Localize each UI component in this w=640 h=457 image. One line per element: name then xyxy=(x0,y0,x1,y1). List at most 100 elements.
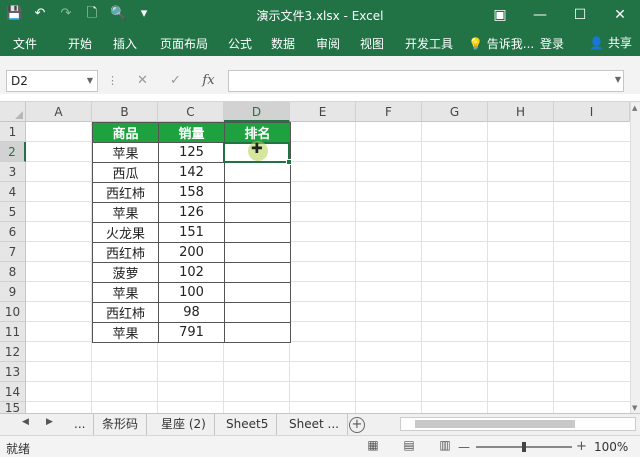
cell[interactable]: 125 xyxy=(158,142,225,163)
cell[interactable] xyxy=(224,182,291,203)
cell[interactable]: 791 xyxy=(158,322,225,343)
login-link[interactable]: 登录 xyxy=(540,35,564,52)
page-break-view-icon[interactable]: ▥ xyxy=(436,438,454,454)
scroll-down-icon[interactable]: ▼ xyxy=(632,404,637,412)
cell[interactable] xyxy=(224,282,291,303)
tab-insert[interactable]: 插入 xyxy=(113,35,137,52)
row-header-4[interactable]: 4 xyxy=(0,182,26,202)
column-header-i[interactable]: I xyxy=(554,102,630,122)
cell[interactable]: 200 xyxy=(158,242,225,263)
expand-formula-bar-icon[interactable]: ▼ xyxy=(615,75,621,84)
row-header-3[interactable]: 3 xyxy=(0,162,26,182)
row-header-12[interactable]: 12 xyxy=(0,342,26,362)
sheet-tab-sheet-more[interactable]: Sheet ... xyxy=(281,414,348,435)
cell[interactable]: 158 xyxy=(158,182,225,203)
row-header-9[interactable]: 9 xyxy=(0,282,26,302)
tab-developer[interactable]: 开发工具 xyxy=(405,35,453,52)
column-header-h[interactable]: H xyxy=(488,102,554,122)
page-layout-view-icon[interactable]: ▤ xyxy=(400,438,418,454)
row-header-5[interactable]: 5 xyxy=(0,202,26,222)
cell[interactable] xyxy=(224,242,291,263)
zoom-slider[interactable] xyxy=(476,442,572,452)
sheet-overflow[interactable]: ... xyxy=(66,414,95,435)
row-header-14[interactable]: 14 xyxy=(0,382,26,402)
cell[interactable]: 苹果 xyxy=(92,282,159,303)
cell[interactable]: 100 xyxy=(158,282,225,303)
fill-handle[interactable] xyxy=(286,159,292,165)
formula-bar-grip-icon[interactable]: ⋮ xyxy=(107,74,118,87)
tab-data[interactable]: 数据 xyxy=(271,35,295,52)
new-file-icon[interactable]: 🗋 xyxy=(84,6,100,22)
column-header-b[interactable]: B xyxy=(92,102,158,122)
cell[interactable]: 98 xyxy=(158,302,225,323)
minimize-icon[interactable]: — xyxy=(520,0,560,30)
scroll-thumb[interactable] xyxy=(415,420,575,428)
sheet-tab-sheet5[interactable]: Sheet5 xyxy=(218,414,278,435)
row-header-11[interactable]: 11 xyxy=(0,322,26,342)
tab-home[interactable]: 开始 xyxy=(68,35,92,52)
enter-icon[interactable]: ✓ xyxy=(159,70,192,92)
zoom-percent[interactable]: 100% xyxy=(594,440,628,454)
close-icon[interactable]: ✕ xyxy=(600,0,640,30)
cell[interactable]: 西红柿 xyxy=(92,182,159,203)
cell[interactable] xyxy=(224,302,291,323)
cell[interactable]: 西红柿 xyxy=(92,302,159,323)
header-cell-rank[interactable]: 排名 xyxy=(224,122,291,143)
cell[interactable]: 102 xyxy=(158,262,225,283)
undo-icon[interactable]: ↶ xyxy=(32,6,48,22)
scroll-up-icon[interactable]: ▲ xyxy=(632,104,637,112)
cell[interactable]: 151 xyxy=(158,222,225,243)
sheet-tab-constellation-2[interactable]: 星座 (2) xyxy=(153,414,215,435)
row-header-6[interactable]: 6 xyxy=(0,222,26,242)
tab-view[interactable]: 视图 xyxy=(360,35,384,52)
customize-qat-icon[interactable]: ▾ xyxy=(136,6,152,22)
cell[interactable]: 142 xyxy=(158,162,225,183)
sheet-prev-icon[interactable]: ◀ xyxy=(22,417,29,427)
sheet-next-icon[interactable]: ▶ xyxy=(46,417,53,427)
ribbon-display-icon[interactable]: ▣ xyxy=(480,0,520,30)
normal-view-icon[interactable]: ▦ xyxy=(364,438,382,454)
formula-input[interactable]: ▼ xyxy=(228,70,624,92)
header-cell-sales[interactable]: 销量 xyxy=(158,122,225,143)
column-header-g[interactable]: G xyxy=(422,102,488,122)
sheet-tab-barcode[interactable]: 条形码 xyxy=(94,414,148,435)
worksheet-grid[interactable]: A B C D E F G H I 1 2 3 4 5 6 7 8 9 10 1… xyxy=(0,101,640,414)
tab-review[interactable]: 审阅 xyxy=(316,35,340,52)
zoom-out-icon[interactable]: — xyxy=(458,440,470,454)
save-icon[interactable]: 💾 xyxy=(6,6,22,22)
print-preview-icon[interactable]: 🔍 xyxy=(110,6,126,22)
cell[interactable]: 苹果 xyxy=(92,202,159,223)
cell[interactable] xyxy=(224,202,291,223)
name-box[interactable]: D2 ▼ xyxy=(6,70,98,92)
tab-file[interactable]: 文件 xyxy=(13,35,37,52)
column-header-c[interactable]: C xyxy=(158,102,224,122)
horizontal-scrollbar[interactable] xyxy=(400,417,636,431)
cell[interactable]: 火龙果 xyxy=(92,222,159,243)
share-button[interactable]: 👤 共享 xyxy=(589,34,632,51)
add-sheet-button[interactable]: + xyxy=(349,417,365,433)
redo-icon[interactable]: ↷ xyxy=(58,6,74,22)
tab-page-layout[interactable]: 页面布局 xyxy=(160,35,208,52)
row-header-8[interactable]: 8 xyxy=(0,262,26,282)
cell[interactable]: 西红柿 xyxy=(92,242,159,263)
zoom-in-icon[interactable]: + xyxy=(576,439,587,454)
tell-me-search[interactable]: 💡 告诉我... xyxy=(468,35,534,52)
cancel-icon[interactable]: ✕ xyxy=(126,70,159,92)
select-all-button[interactable] xyxy=(0,102,26,122)
cell[interactable]: 126 xyxy=(158,202,225,223)
cell[interactable] xyxy=(224,322,291,343)
column-header-a[interactable]: A xyxy=(26,102,92,122)
cell[interactable]: 菠萝 xyxy=(92,262,159,283)
cell[interactable]: 苹果 xyxy=(92,322,159,343)
column-header-e[interactable]: E xyxy=(290,102,356,122)
cell[interactable] xyxy=(224,262,291,283)
column-header-d[interactable]: D xyxy=(224,102,290,122)
row-header-13[interactable]: 13 xyxy=(0,362,26,382)
row-header-10[interactable]: 10 xyxy=(0,302,26,322)
header-cell-product[interactable]: 商品 xyxy=(92,122,159,143)
maximize-icon[interactable]: ☐ xyxy=(560,0,600,30)
cell[interactable]: 西瓜 xyxy=(92,162,159,183)
tab-formulas[interactable]: 公式 xyxy=(228,35,252,52)
row-header-2[interactable]: 2 xyxy=(0,142,26,162)
row-header-1[interactable]: 1 xyxy=(0,122,26,142)
